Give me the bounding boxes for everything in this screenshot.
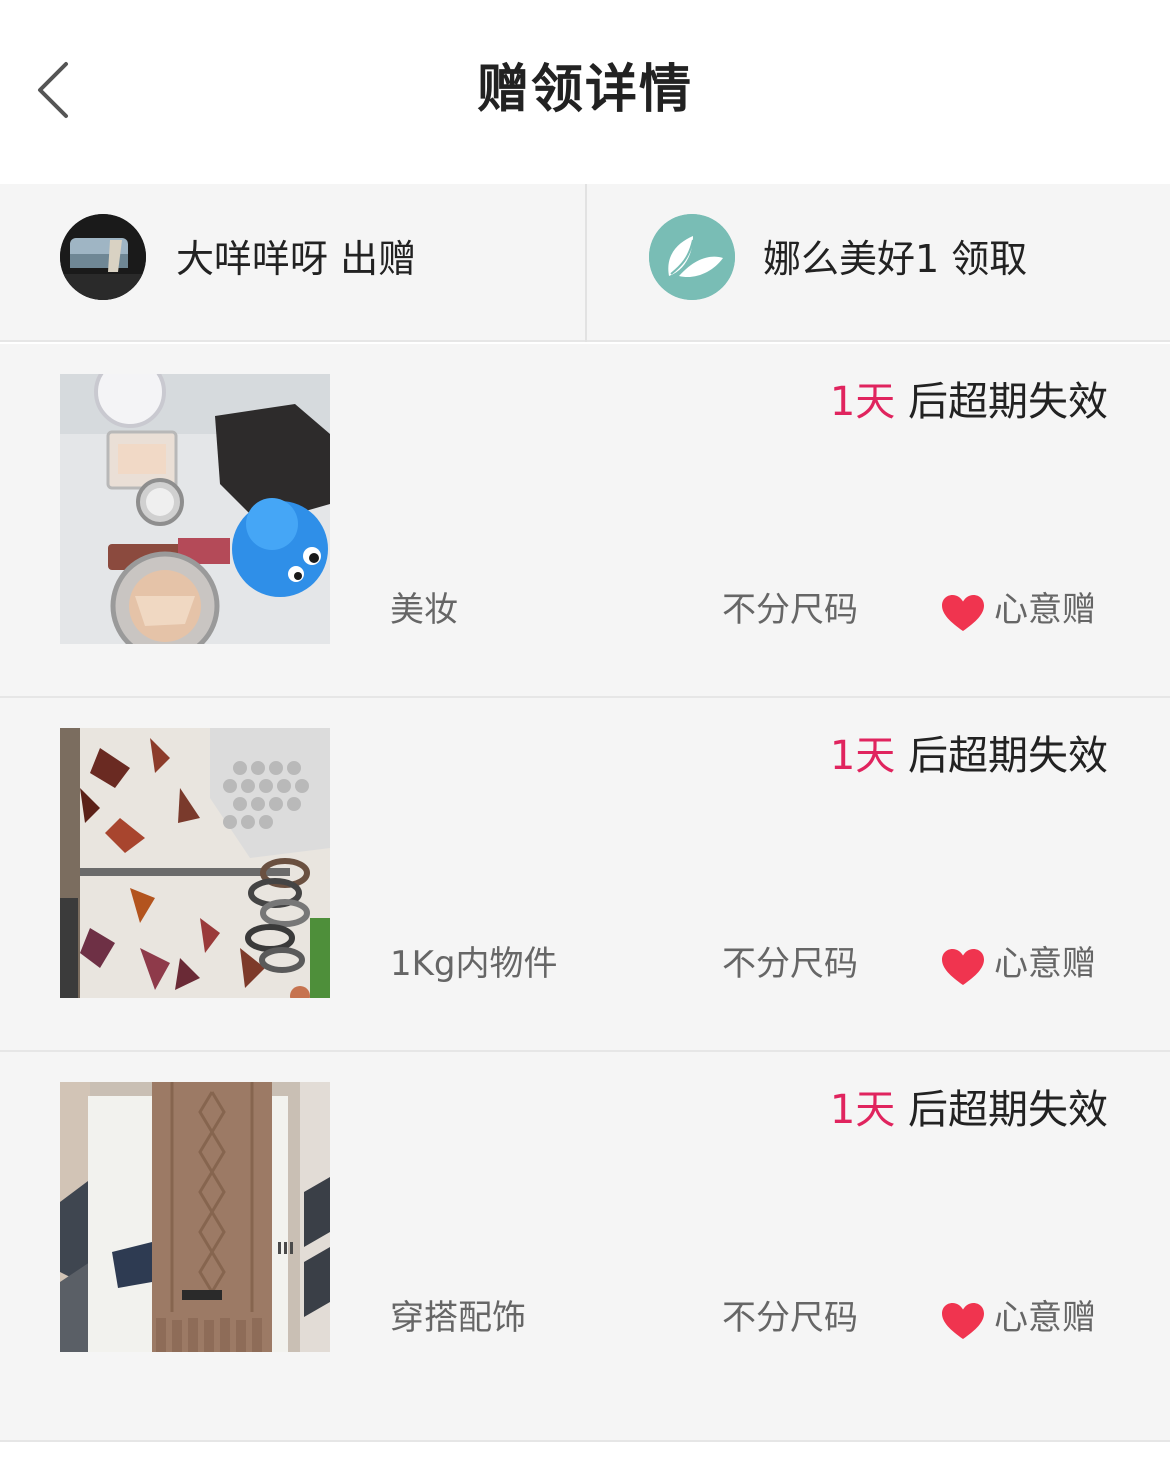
giver-info[interactable]: 大咩咩呀 出赠 bbox=[0, 184, 585, 342]
expiry-suffix: 后超期失效 bbox=[895, 733, 1108, 779]
receiver-label: 娜么美好1 领取 bbox=[763, 237, 1028, 281]
heart-icon bbox=[942, 1303, 984, 1339]
page-title: 赠领详情 bbox=[476, 60, 693, 120]
item-size: 不分尺码 bbox=[722, 1298, 858, 1338]
expiry-notice: 1天 后超期失效 bbox=[830, 1084, 1108, 1136]
giver-label: 大咩咩呀 出赠 bbox=[176, 237, 417, 281]
item-category: 美妆 bbox=[390, 590, 458, 630]
item-image[interactable] bbox=[60, 728, 330, 998]
gift-item[interactable]: 1天 后超期失效 1Kg内物件 不分尺码 心意赠 bbox=[0, 698, 1170, 1052]
gift-type-label: 心意赠 bbox=[994, 944, 1096, 984]
receiver-info[interactable]: 娜么美好1 领取 bbox=[585, 184, 1170, 342]
gift-type-label: 心意赠 bbox=[994, 1298, 1096, 1338]
expiry-notice: 1天 后超期失效 bbox=[830, 376, 1108, 428]
expiry-days: 1天 bbox=[829, 379, 896, 425]
parties-bar: 大咩咩呀 出赠 娜么美好1 领取 bbox=[0, 184, 1170, 342]
gift-item-list: 1天 后超期失效 美妆 不分尺码 心意赠 1天 后超期失效 1Kg内物件 不分尺… bbox=[0, 344, 1170, 1442]
item-size: 不分尺码 bbox=[722, 944, 858, 984]
item-category: 1Kg内物件 bbox=[390, 944, 558, 984]
item-image[interactable] bbox=[60, 1082, 330, 1352]
expiry-days: 1天 bbox=[829, 733, 896, 779]
expiry-suffix: 后超期失效 bbox=[895, 1087, 1108, 1133]
heart-icon bbox=[942, 949, 984, 985]
gift-item[interactable]: 1天 后超期失效 穿搭配饰 不分尺码 心意赠 bbox=[0, 1052, 1170, 1442]
expiry-days: 1天 bbox=[829, 1087, 896, 1133]
gift-type-label: 心意赠 bbox=[994, 590, 1096, 630]
heart-icon bbox=[942, 595, 984, 631]
gift-item[interactable]: 1天 后超期失效 美妆 不分尺码 心意赠 bbox=[0, 344, 1170, 698]
expiry-notice: 1天 后超期失效 bbox=[830, 730, 1108, 782]
item-category: 穿搭配饰 bbox=[390, 1298, 526, 1338]
receiver-avatar[interactable] bbox=[649, 214, 735, 300]
expiry-suffix: 后超期失效 bbox=[895, 379, 1108, 425]
giver-avatar[interactable] bbox=[60, 214, 146, 300]
item-image[interactable] bbox=[60, 374, 330, 644]
item-size: 不分尺码 bbox=[722, 590, 858, 630]
nav-header: 赠领详情 bbox=[0, 0, 1170, 184]
